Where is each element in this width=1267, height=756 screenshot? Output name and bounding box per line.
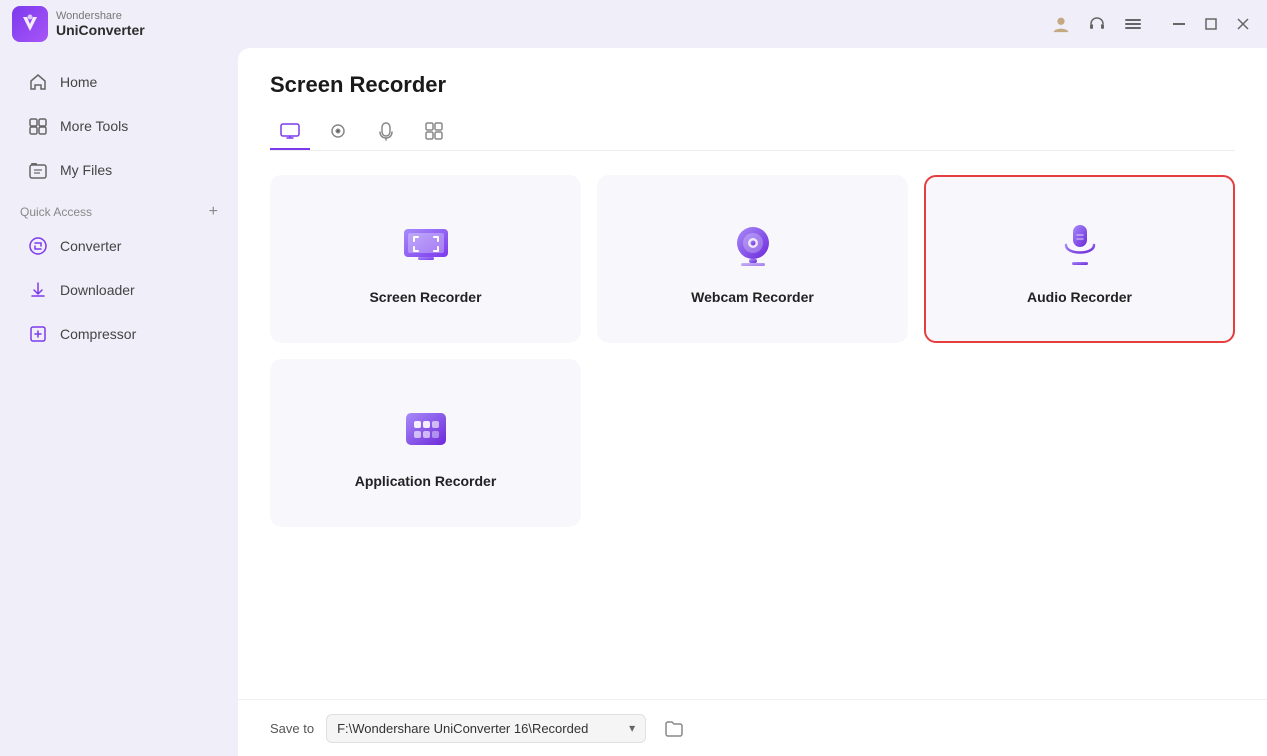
quick-access-add-button[interactable]: + xyxy=(209,204,218,220)
files-icon xyxy=(28,160,48,180)
quick-access-section: Quick Access + xyxy=(0,196,238,224)
main-layout: Home More Tools xyxy=(0,48,1267,756)
tools-icon xyxy=(28,116,48,136)
webcam-recorder-label: Webcam Recorder xyxy=(691,289,814,305)
tab-bar xyxy=(270,114,1235,151)
tab-app-grid[interactable] xyxy=(414,114,454,150)
app-name: Wondershare UniConverter xyxy=(56,10,145,38)
application-recorder-label: Application Recorder xyxy=(355,473,497,489)
downloader-label: Downloader xyxy=(60,282,135,298)
content-area: Screen Recorder xyxy=(238,48,1267,756)
sidebar-item-home[interactable]: Home xyxy=(8,62,230,102)
home-label: Home xyxy=(60,74,97,90)
card-webcam-recorder[interactable]: Webcam Recorder xyxy=(597,175,908,343)
converter-label: Converter xyxy=(60,238,121,254)
downloader-icon xyxy=(28,280,48,300)
card-screen-recorder[interactable]: Screen Recorder xyxy=(270,175,581,343)
headset-icon[interactable] xyxy=(1087,14,1107,34)
screen-recorder-label: Screen Recorder xyxy=(369,289,481,305)
my-files-label: My Files xyxy=(60,162,112,178)
sidebar-item-my-files[interactable]: My Files xyxy=(8,150,230,190)
app-logo xyxy=(12,6,48,42)
tab-webcam[interactable] xyxy=(318,114,358,150)
content-header: Screen Recorder xyxy=(238,48,1267,151)
cards-grid: Screen Recorder xyxy=(238,151,1267,699)
close-button[interactable] xyxy=(1231,12,1255,36)
save-to-label: Save to xyxy=(270,721,314,736)
browse-folder-button[interactable] xyxy=(658,712,690,744)
converter-icon xyxy=(28,236,48,256)
audio-recorder-label: Audio Recorder xyxy=(1027,289,1132,305)
page-title: Screen Recorder xyxy=(270,72,1235,98)
quick-access-label: Quick Access xyxy=(20,205,92,219)
dropdown-arrow-icon: ▾ xyxy=(629,721,635,735)
card-application-recorder[interactable]: Application Recorder xyxy=(270,359,581,527)
home-icon xyxy=(28,72,48,92)
webcam-recorder-icon xyxy=(721,213,785,277)
sidebar-item-downloader[interactable]: Downloader xyxy=(8,270,230,310)
save-path-text: F:\Wondershare UniConverter 16\Recorded xyxy=(337,721,621,736)
app-branding: Wondershare UniConverter xyxy=(12,6,145,42)
maximize-button[interactable] xyxy=(1199,12,1223,36)
sidebar-item-compressor[interactable]: Compressor xyxy=(8,314,230,354)
more-tools-label: More Tools xyxy=(60,118,128,134)
compressor-label: Compressor xyxy=(60,326,136,342)
sidebar-item-more-tools[interactable]: More Tools xyxy=(8,106,230,146)
minimize-button[interactable] xyxy=(1167,12,1191,36)
menu-icon[interactable] xyxy=(1123,14,1143,34)
user-icon[interactable] xyxy=(1051,14,1071,34)
titlebar-actions xyxy=(1051,12,1255,36)
tab-audio[interactable] xyxy=(366,114,406,150)
window-controls xyxy=(1167,12,1255,36)
bottom-bar: Save to F:\Wondershare UniConverter 16\R… xyxy=(238,699,1267,756)
audio-recorder-icon xyxy=(1048,213,1112,277)
titlebar: Wondershare UniConverter xyxy=(0,0,1267,48)
tab-screen[interactable] xyxy=(270,114,310,150)
application-recorder-icon xyxy=(394,397,458,461)
compressor-icon xyxy=(28,324,48,344)
screen-recorder-icon xyxy=(394,213,458,277)
card-audio-recorder[interactable]: Audio Recorder xyxy=(924,175,1235,343)
sidebar: Home More Tools xyxy=(0,48,238,756)
sidebar-item-converter[interactable]: Converter xyxy=(8,226,230,266)
save-path-selector[interactable]: F:\Wondershare UniConverter 16\Recorded … xyxy=(326,714,646,743)
